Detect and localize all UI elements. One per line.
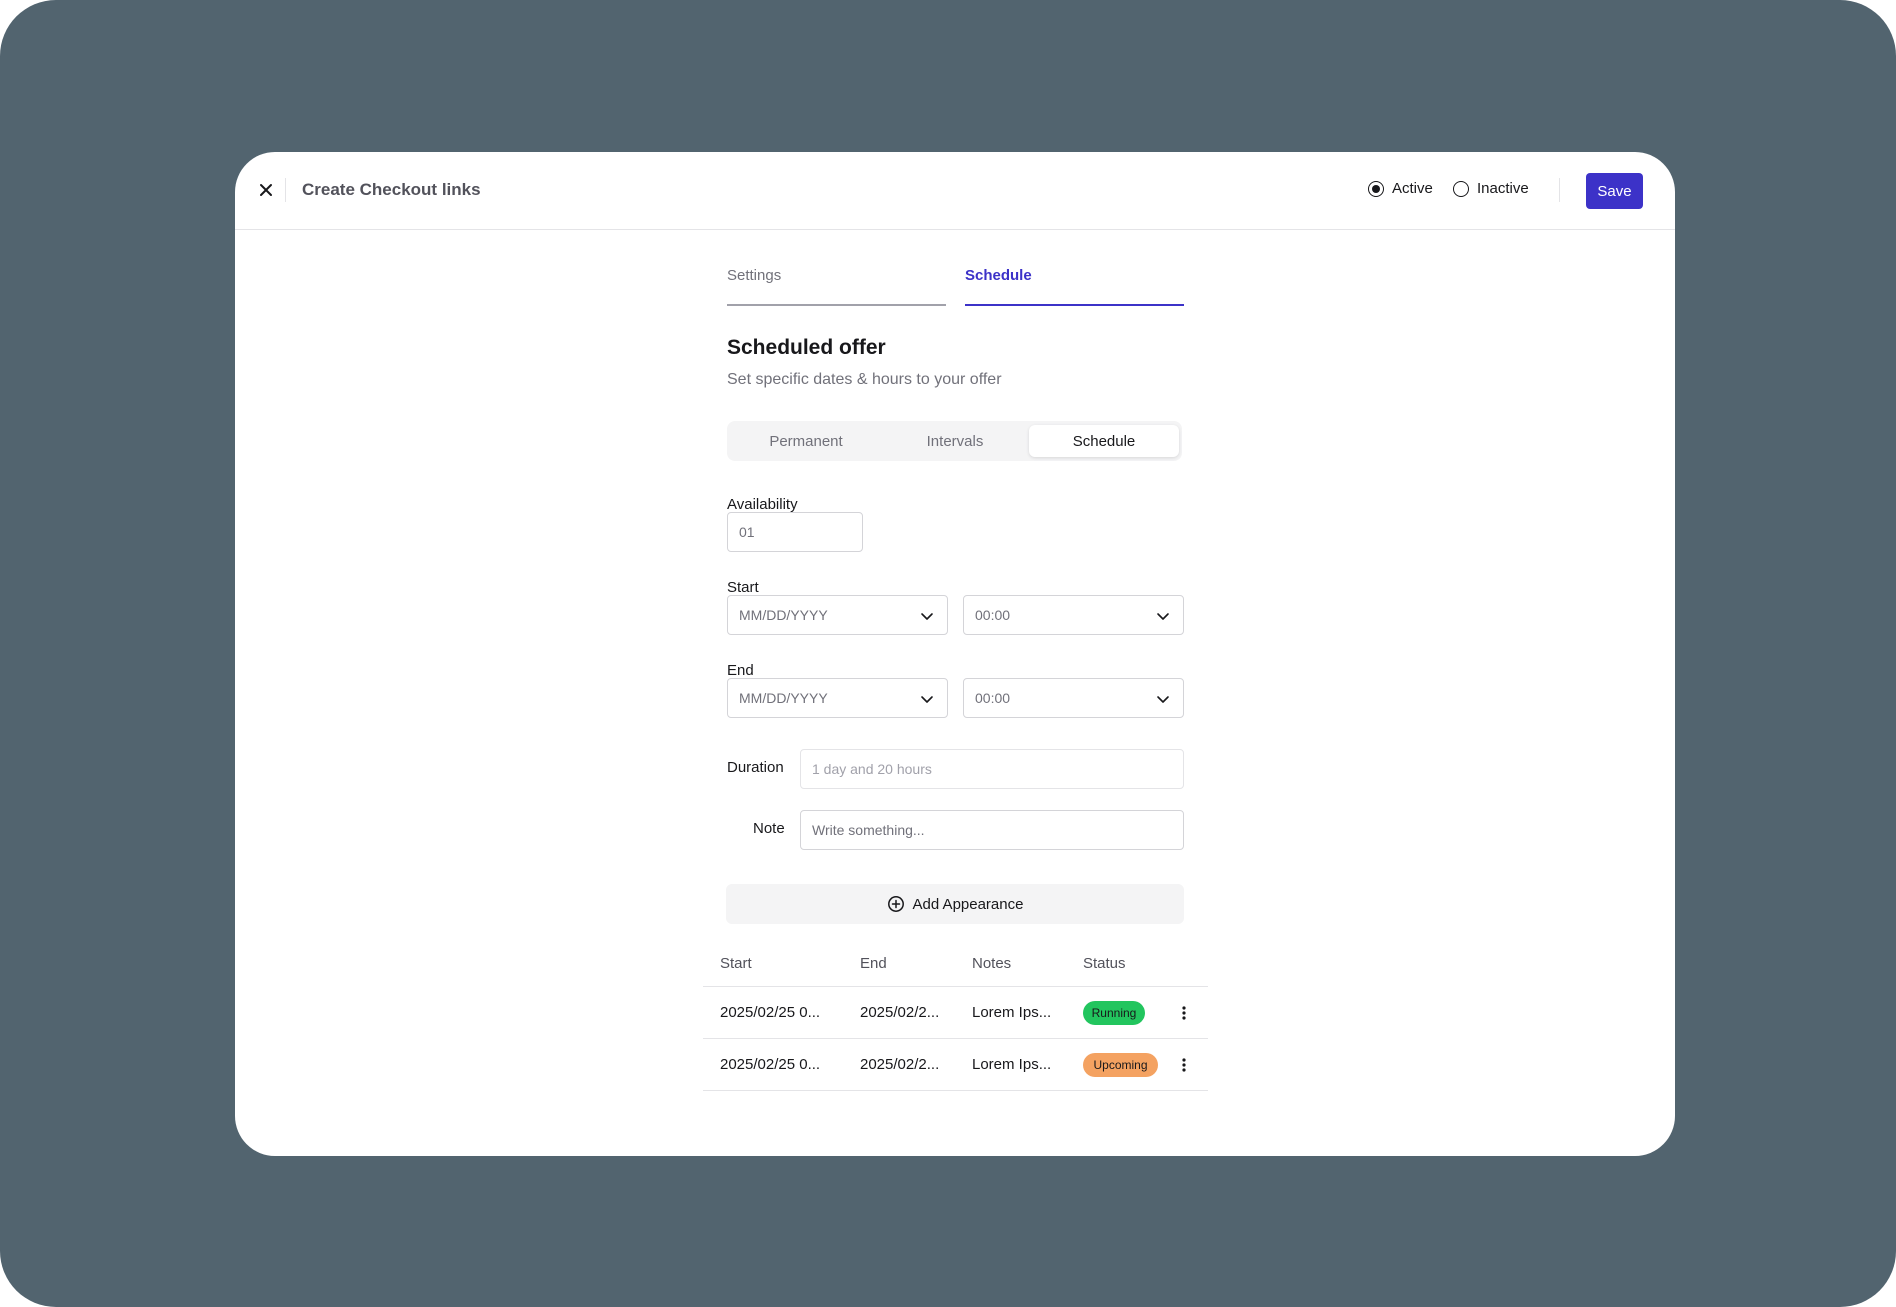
end-date-placeholder: MM/DD/YYYY [739,690,828,706]
radio-label-active: Active [1392,180,1433,197]
create-checkout-modal: Create Checkout links Active Inactive Sa… [235,152,1675,1156]
duration-field: 1 day and 20 hours [800,749,1184,789]
add-appearance-button[interactable]: Add Appearance [726,884,1184,924]
status-badge: Running [1083,1001,1145,1025]
status-radio-inactive[interactable]: Inactive [1453,180,1529,197]
mode-segmented-control: Permanent Intervals Schedule [727,421,1182,461]
column-header-status: Status [1083,955,1126,972]
radio-unchecked-icon [1453,180,1469,197]
table-row: 2025/02/25 0... 2025/02/2... Lorem Ips..… [703,1038,1208,1091]
mode-schedule[interactable]: Schedule [1029,425,1179,457]
modal-title: Create Checkout links [302,180,481,199]
tab-bar: Settings Schedule [727,267,1187,306]
chevron-down-icon [921,696,933,703]
modal-header: Create Checkout links Active Inactive Sa… [235,152,1675,230]
row-menu-button[interactable] [1174,1055,1194,1075]
section-subtitle: Set specific dates & hours to your offer [727,371,1002,388]
start-date-select[interactable]: MM/DD/YYYY [727,595,948,635]
cell-start: 2025/02/25 0... [720,1056,821,1073]
availability-input[interactable]: 01 [727,512,863,552]
end-date-select[interactable]: MM/DD/YYYY [727,678,948,718]
start-date-placeholder: MM/DD/YYYY [739,607,828,623]
save-button[interactable]: Save [1586,173,1643,209]
more-vertical-icon [1182,1058,1186,1072]
column-header-notes: Notes [972,955,1012,972]
close-icon [260,184,272,196]
chevron-down-icon [921,613,933,620]
cell-end: 2025/02/2... [860,1056,940,1073]
note-placeholder: Write something... [812,822,925,838]
end-label: End [727,662,754,679]
tab-settings-label: Settings [727,267,782,284]
table-row: 2025/02/25 0... 2025/02/2... Lorem Ips..… [703,986,1208,1039]
status-badge: Upcoming [1083,1053,1158,1077]
end-time-select[interactable]: 00:00 [963,678,1184,718]
radio-label-inactive: Inactive [1477,180,1529,197]
cell-start: 2025/02/25 0... [720,1004,821,1021]
chevron-down-icon [1157,613,1169,620]
duration-label: Duration [727,759,784,776]
cell-notes: Lorem Ips... [972,1056,1052,1073]
start-label: Start [727,579,759,596]
cell-end: 2025/02/2... [860,1004,940,1021]
header-separator [1559,178,1560,202]
chevron-down-icon [1157,696,1169,703]
add-appearance-label: Add Appearance [912,895,1024,913]
tab-settings[interactable]: Settings [727,267,946,306]
header-divider [285,178,286,202]
note-input[interactable]: Write something... [800,810,1184,850]
section-title: Scheduled offer [727,336,886,359]
cell-notes: Lorem Ips... [972,1004,1052,1021]
availability-label: Availability [727,496,798,513]
note-label: Note [753,820,785,837]
mode-intervals[interactable]: Intervals [880,425,1030,457]
column-header-start: Start [720,955,752,972]
table-bottom-border [703,1090,1208,1091]
status-radio-active[interactable]: Active [1368,180,1433,197]
plus-circle-icon [887,896,904,912]
tab-schedule[interactable]: Schedule [965,267,1184,306]
duration-placeholder: 1 day and 20 hours [812,761,932,777]
column-header-end: End [860,955,887,972]
radio-checked-icon [1368,180,1384,197]
row-menu-button[interactable] [1174,1003,1194,1023]
mode-permanent[interactable]: Permanent [731,425,881,457]
more-vertical-icon [1182,1006,1186,1020]
start-time-select[interactable]: 00:00 [963,595,1184,635]
tab-schedule-label: Schedule [965,267,1032,284]
start-time-placeholder: 00:00 [975,607,1011,623]
end-time-placeholder: 00:00 [975,690,1011,706]
close-button[interactable] [256,180,276,200]
